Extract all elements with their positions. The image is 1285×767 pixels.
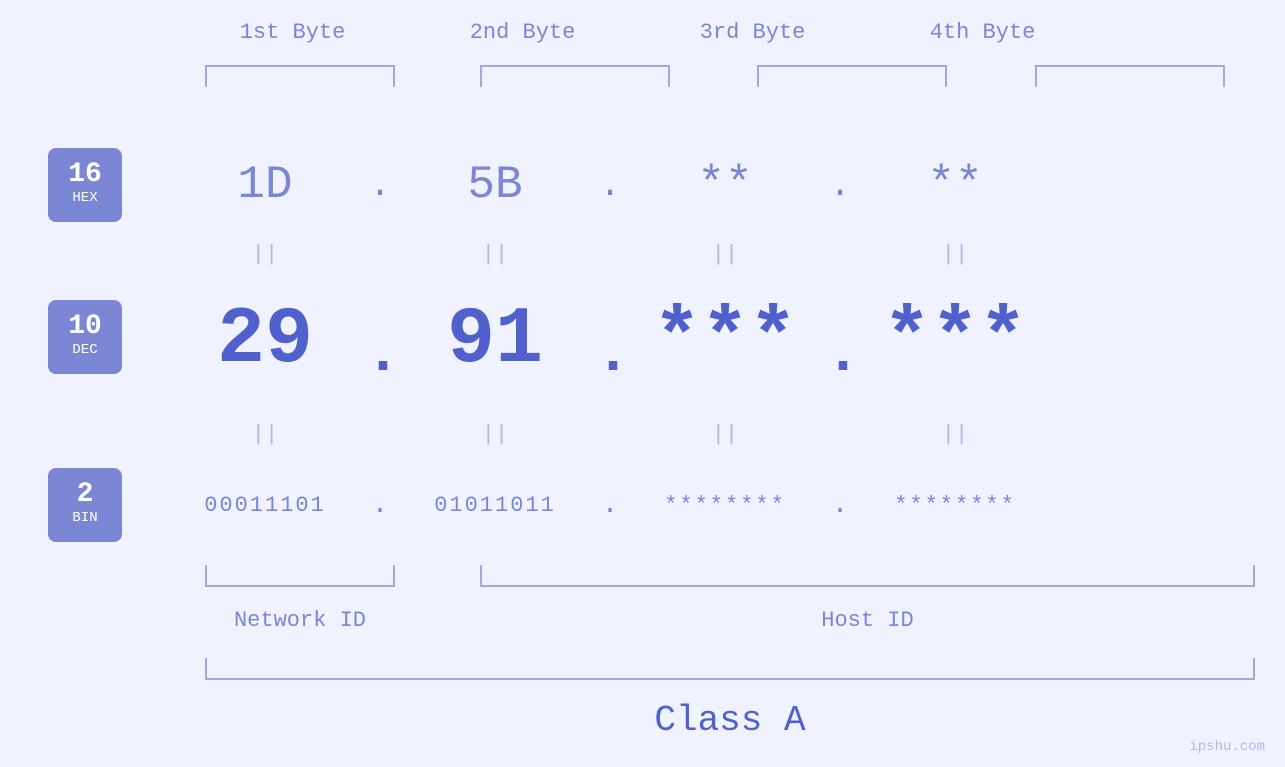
dec-row: 29 . 91 . *** . *** — [165, 290, 1235, 390]
bin-b1: 00011101 — [165, 493, 365, 518]
bin-b2: 01011011 — [395, 493, 595, 518]
dec-badge-num: 10 — [68, 313, 102, 341]
class-label: Class A — [205, 700, 1255, 741]
equals-row-1: || || || || — [165, 238, 1235, 270]
network-id-bottom-bracket — [205, 565, 395, 587]
bin-dot3: . — [825, 490, 855, 521]
hex-dot3: . — [825, 165, 855, 206]
dec-dot1: . — [365, 291, 395, 389]
bin-badge-label: BIN — [72, 509, 97, 529]
bin-badge-num: 2 — [77, 481, 94, 509]
byte1-header: 1st Byte — [193, 20, 393, 45]
network-id-label: Network ID — [205, 608, 395, 633]
byte2-header: 2nd Byte — [423, 20, 623, 45]
dec-b2: 91 — [395, 295, 595, 386]
bin-b3: ******** — [625, 493, 825, 518]
class-bracket — [205, 658, 1255, 680]
bin-row: 00011101 . 01011011 . ******** . *******… — [165, 468, 1235, 542]
byte4-header: 4th Byte — [883, 20, 1083, 45]
hex-dot1: . — [365, 165, 395, 206]
byte3-header: 3rd Byte — [653, 20, 853, 45]
bin-dot2: . — [595, 490, 625, 521]
bin-dot1: . — [365, 490, 395, 521]
hex-b2: 5B — [395, 159, 595, 211]
dec-badge-label: DEC — [72, 341, 97, 361]
bin-b4: ******** — [855, 493, 1055, 518]
byte4-top-bracket — [1035, 65, 1225, 87]
hex-badge-num: 16 — [68, 161, 102, 189]
hex-b4: ** — [855, 159, 1055, 211]
main-layout: 1st Byte 2nd Byte 3rd Byte 4th Byte 16 H… — [0, 0, 1285, 767]
watermark: ipshu.com — [1189, 739, 1265, 755]
dec-b3: *** — [625, 295, 825, 386]
hex-badge-label: HEX — [72, 189, 97, 209]
hex-dot2: . — [595, 165, 625, 206]
dec-b4: *** — [855, 295, 1055, 386]
dec-dot3: . — [825, 291, 855, 389]
hex-b3: ** — [625, 159, 825, 211]
dec-dot2: . — [595, 291, 625, 389]
host-id-label: Host ID — [480, 608, 1255, 633]
hex-badge: 16 HEX — [48, 148, 122, 222]
byte2-top-bracket — [480, 65, 670, 87]
host-id-bottom-bracket — [480, 565, 1255, 587]
hex-row: 1D . 5B . ** . ** — [165, 148, 1235, 222]
dec-badge: 10 DEC — [48, 300, 122, 374]
byte1-top-bracket — [205, 65, 395, 87]
byte3-top-bracket — [757, 65, 947, 87]
hex-b1: 1D — [165, 159, 365, 211]
bin-badge: 2 BIN — [48, 468, 122, 542]
dec-b1: 29 — [165, 295, 365, 386]
equals-row-2: || || || || — [165, 418, 1235, 450]
